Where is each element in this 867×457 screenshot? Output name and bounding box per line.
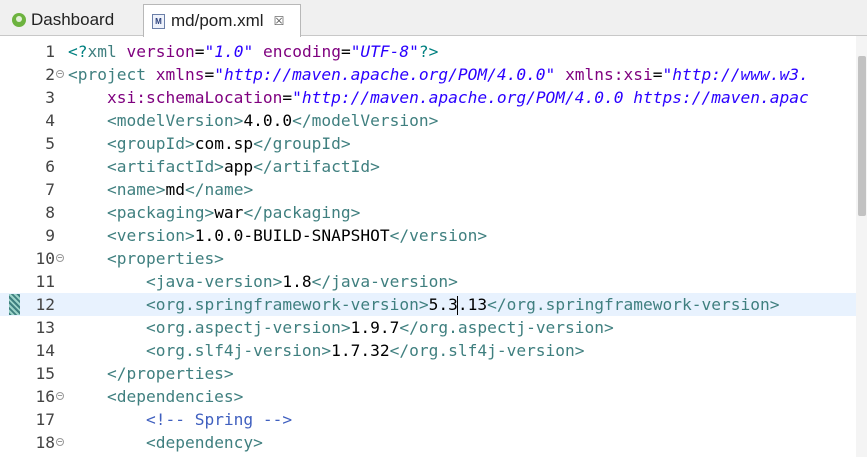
code-line[interactable]: 18− <dependency>	[0, 431, 856, 454]
code-text[interactable]: <modelVersion>4.0.0</modelVersion>	[68, 109, 438, 132]
code-text[interactable]: <!-- Spring -->	[68, 408, 292, 431]
line-number: 3	[45, 88, 55, 107]
code-line[interactable]: 11 <java-version>1.8</java-version>	[0, 270, 856, 293]
line-number: 6	[45, 157, 55, 176]
line-number: 9	[45, 226, 55, 245]
line-number: 10	[35, 249, 56, 268]
line-number: 1	[45, 42, 55, 61]
line-number: 2	[45, 65, 55, 84]
line-number: 8	[45, 203, 55, 222]
line-number: 18	[35, 433, 56, 452]
code-line[interactable]: 14 <org.slf4j-version>1.7.32</org.slf4j-…	[0, 339, 856, 362]
code-text[interactable]: <?xml version="1.0" encoding="UTF-8"?>	[68, 40, 438, 63]
code-line[interactable]: 13 <org.aspectj-version>1.9.7</org.aspec…	[0, 316, 856, 339]
code-text[interactable]: xsi:schemaLocation="http://maven.apache.…	[68, 86, 809, 109]
line-number: 15	[35, 364, 56, 383]
code-text[interactable]: </properties>	[68, 362, 234, 385]
code-line[interactable]: 2− <project xmlns="http://maven.apache.or…	[0, 63, 856, 86]
maven-pom-icon: M	[152, 13, 165, 29]
code-text[interactable]: <properties>	[68, 247, 224, 270]
line-number: 11	[35, 272, 56, 291]
tab-label: md/pom.xml	[171, 11, 264, 30]
tab-dashboard[interactable]: Dashboard	[0, 4, 138, 36]
fold-toggle-icon[interactable]: −	[56, 438, 64, 446]
fold-toggle-icon[interactable]: −	[56, 392, 64, 400]
code-text[interactable]: <org.slf4j-version>1.7.32</org.slf4j-ver…	[68, 339, 585, 362]
code-text[interactable]: <groupId>com.sp</groupId>	[68, 132, 351, 155]
line-number: 16	[35, 387, 56, 406]
scrollbar-thumb[interactable]	[858, 56, 866, 216]
code-text[interactable]: <project xmlns="http://maven.apache.org/…	[68, 63, 809, 86]
editor-tab-bar: Dashboard M md/pom.xml ☒	[0, 0, 867, 37]
code-line[interactable]: 16− <dependencies>	[0, 385, 856, 408]
code-line[interactable]: 6 <artifactId>app</artifactId>	[0, 155, 856, 178]
line-number: 17	[35, 410, 56, 429]
code-text[interactable]: <version>1.0.0-BUILD-SNAPSHOT</version>	[68, 224, 487, 247]
code-line[interactable]: 1 <?xml version="1.0" encoding="UTF-8"?>	[0, 40, 856, 63]
xml-editor[interactable]: 1 <?xml version="1.0" encoding="UTF-8"?> 2…	[0, 36, 867, 457]
code-text[interactable]: <org.springframework-version>5.3.13</org…	[68, 293, 779, 316]
close-tab-icon[interactable]: ☒	[274, 14, 285, 28]
code-line[interactable]: 10− <properties>	[0, 247, 856, 270]
code-text[interactable]: <packaging>war</packaging>	[68, 201, 360, 224]
line-number: 5	[45, 134, 55, 153]
change-marker-icon	[9, 294, 20, 315]
code-text[interactable]: <dependency>	[68, 431, 263, 454]
code-line[interactable]: 4 <modelVersion>4.0.0</modelVersion>	[0, 109, 856, 132]
fold-toggle-icon[interactable]: −	[56, 70, 64, 78]
code-line[interactable]: 12 <org.springframework-version>5.3.13</…	[0, 293, 856, 316]
code-line[interactable]: 9 <version>1.0.0-BUILD-SNAPSHOT</version…	[0, 224, 856, 247]
vertical-scrollbar[interactable]	[856, 36, 867, 457]
code-line[interactable]: 3 xsi:schemaLocation="http://maven.apach…	[0, 86, 856, 109]
tab-label: Dashboard	[31, 10, 115, 29]
code-line[interactable]: 7 <name>md</name>	[0, 178, 856, 201]
code-line[interactable]: 15 </properties>	[0, 362, 856, 385]
fold-toggle-icon[interactable]: −	[56, 254, 64, 262]
code-text[interactable]: <org.aspectj-version>1.9.7</org.aspectj-…	[68, 316, 614, 339]
code-text[interactable]: <java-version>1.8</java-version>	[68, 270, 458, 293]
code-line[interactable]: 8 <packaging>war</packaging>	[0, 201, 856, 224]
code-text[interactable]: <artifactId>app</artifactId>	[68, 155, 380, 178]
line-number: 7	[45, 180, 55, 199]
line-number: 13	[35, 318, 56, 337]
line-number: 14	[35, 341, 56, 360]
tab-pom-xml[interactable]: M md/pom.xml ☒	[143, 4, 301, 37]
line-number: 4	[45, 111, 55, 130]
spring-icon	[12, 13, 26, 27]
code-line[interactable]: 17 <!-- Spring -->	[0, 408, 856, 431]
code-text[interactable]: <dependencies>	[68, 385, 243, 408]
code-line[interactable]: 5 <groupId>com.sp</groupId>	[0, 132, 856, 155]
code-text[interactable]: <name>md</name>	[68, 178, 253, 201]
